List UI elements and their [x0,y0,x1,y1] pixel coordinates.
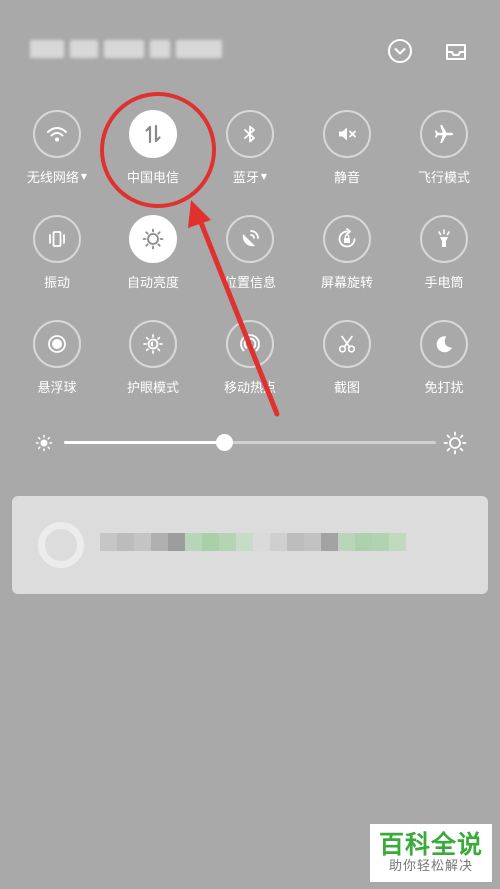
brightness-slider-thumb[interactable] [215,434,233,451]
rotation-lock-icon [323,215,371,263]
inbox-tray-icon[interactable] [441,36,471,66]
bluetooth-icon [226,110,274,158]
mute-icon [323,110,371,158]
tile-mute[interactable]: 静音 [298,110,396,210]
watermark-subtitle: 助你轻松解决 [388,859,473,874]
brightness-low-icon [34,433,54,457]
tile-label: 飞行模式 [417,171,470,186]
tile-label: 悬浮球 [37,381,77,396]
tile-bluetooth[interactable]: 蓝牙 ▼ [201,110,299,210]
notification-progress-ring-icon [38,522,84,568]
vibrate-icon [33,215,81,263]
status-bar-obscured [30,30,230,68]
floating-ball-icon [33,320,81,368]
location-icon [226,215,274,263]
tile-wifi[interactable]: 无线网络 ▼ [8,110,106,210]
notification-text-obscured [100,533,406,551]
do-not-disturb-moon-icon [420,320,468,368]
brightness-control [34,428,470,458]
mobile-data-icon [129,110,177,158]
tile-label: 无线网络 [26,171,79,186]
auto-brightness-icon [129,215,177,263]
tile-label: 静音 [333,171,360,186]
tile-label: 免打扰 [424,381,464,396]
brightness-slider-fill [64,441,224,444]
tile-label: 手电筒 [424,276,464,291]
eye-care-icon [129,320,177,368]
tile-label: 移动热点 [223,381,276,396]
tile-label: 位置信息 [223,276,276,291]
tile-location[interactable]: 位置信息 [201,215,299,315]
tile-screen-rotation[interactable]: 屏幕旋转 [298,215,396,315]
tile-label: 护眼模式 [126,381,179,396]
screenshot-scissors-icon [323,320,371,368]
tile-label: 中国电信 [126,171,179,186]
hotspot-icon [226,320,274,368]
dropdown-caret-icon: ▼ [260,172,268,181]
tile-eye-care[interactable]: 护眼模式 [104,320,202,420]
watermark-logo: 百科全说 助你轻松解决 [370,824,492,882]
tile-label: 自动亮度 [126,276,179,291]
airplane-icon [420,110,468,158]
tile-mobile-data[interactable]: 中国电信 [104,110,202,210]
wifi-icon [33,110,81,158]
tile-label: 截图 [333,381,360,396]
tile-screenshot[interactable]: 截图 [298,320,396,420]
tile-flashlight[interactable]: 手电筒 [395,215,493,315]
watermark-title: 百科全说 [378,830,483,859]
chevron-circle-down-icon[interactable] [385,36,415,66]
tile-airplane-mode[interactable]: 飞行模式 [395,110,493,210]
dropdown-caret-icon: ▼ [80,172,88,181]
tile-mobile-hotspot[interactable]: 移动热点 [201,320,299,420]
flashlight-icon [420,215,468,263]
tile-label: 蓝牙 [232,171,259,186]
tile-do-not-disturb[interactable]: 免打扰 [395,320,493,420]
tile-label: 屏幕旋转 [320,276,373,291]
tile-vibrate[interactable]: 振动 [8,215,106,315]
brightness-slider[interactable] [64,434,436,451]
brightness-high-icon [442,430,468,460]
tile-auto-brightness[interactable]: 自动亮度 [104,215,202,315]
tile-floating-ball[interactable]: 悬浮球 [8,320,106,420]
notification-card[interactable] [12,496,488,594]
tile-label: 振动 [43,276,70,291]
